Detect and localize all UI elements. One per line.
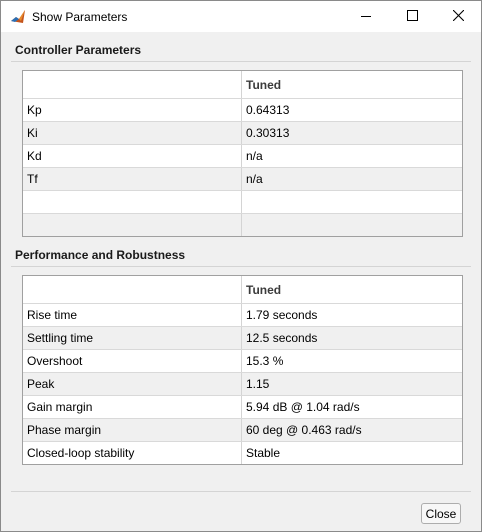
table-row[interactable]: Settling time 12.5 seconds xyxy=(23,327,462,350)
row-label: Settling time xyxy=(23,327,242,349)
row-value xyxy=(242,214,462,236)
row-value: 12.5 seconds xyxy=(246,331,318,345)
row-value: 0.30313 xyxy=(246,126,290,140)
row-label: Closed-loop stability xyxy=(23,442,242,464)
close-window-button[interactable] xyxy=(435,1,481,32)
show-parameters-window: Show Parameters Controller Parameters Tu… xyxy=(0,0,482,532)
row-value xyxy=(242,191,462,213)
row-label: Phase margin xyxy=(23,419,242,441)
table-row[interactable]: Ki 0.30313 xyxy=(23,122,462,145)
row-value: 15.3 % xyxy=(246,354,284,368)
column-header-name xyxy=(23,71,242,98)
row-value: 60 deg @ 0.463 rad/s xyxy=(246,423,362,437)
row-label: Peak xyxy=(23,373,242,395)
minimize-button[interactable] xyxy=(343,1,389,32)
table-header: Tuned xyxy=(23,71,462,99)
row-label: Kp xyxy=(23,99,242,121)
table-row[interactable] xyxy=(23,191,462,214)
close-button[interactable]: Close xyxy=(421,503,461,524)
controller-parameters-title: Controller Parameters xyxy=(15,43,142,57)
table-row[interactable]: Phase margin 60 deg @ 0.463 rad/s xyxy=(23,419,462,442)
section-divider xyxy=(11,61,471,62)
row-label xyxy=(23,214,242,236)
row-value: Stable xyxy=(246,446,281,460)
row-value: 0.64313 xyxy=(246,103,290,117)
row-value: n/a xyxy=(246,149,263,163)
row-label: Kd xyxy=(23,145,242,167)
title-bar[interactable]: Show Parameters xyxy=(1,1,481,32)
performance-robustness-table: Tuned Rise time 1.79 seconds Settling ti… xyxy=(22,275,463,465)
row-value: 5.94 dB @ 1.04 rad/s xyxy=(246,400,360,414)
table-row[interactable]: Overshoot 15.3 % xyxy=(23,350,462,373)
row-value: 1.79 seconds xyxy=(246,308,318,322)
table-row[interactable]: Closed-loop stability Stable xyxy=(23,442,462,464)
table-row[interactable]: Gain margin 5.94 dB @ 1.04 rad/s xyxy=(23,396,462,419)
table-row[interactable]: Kp 0.64313 xyxy=(23,99,462,122)
footer-divider xyxy=(11,491,471,492)
column-header-tuned: Tuned xyxy=(246,77,282,92)
minimize-icon xyxy=(361,10,371,24)
row-label: Rise time xyxy=(23,304,242,326)
column-header-name xyxy=(23,276,242,303)
row-value: n/a xyxy=(246,172,263,186)
table-header: Tuned xyxy=(23,276,462,304)
close-icon xyxy=(452,9,464,24)
controller-parameters-table: Tuned Kp 0.64313 Ki 0.30313 Kd n/a Tf n/… xyxy=(22,70,463,237)
table-row[interactable]: Peak 1.15 xyxy=(23,373,462,396)
table-row[interactable]: Kd n/a xyxy=(23,145,462,168)
row-label: Overshoot xyxy=(23,350,242,372)
performance-robustness-title: Performance and Robustness xyxy=(15,248,186,262)
maximize-icon xyxy=(406,9,418,24)
row-label xyxy=(23,191,242,213)
column-header-tuned: Tuned xyxy=(246,282,282,297)
maximize-button[interactable] xyxy=(389,1,435,32)
table-row[interactable]: Tf n/a xyxy=(23,168,462,191)
row-label: Tf xyxy=(23,168,242,190)
row-label: Gain margin xyxy=(23,396,242,418)
row-label: Ki xyxy=(23,122,242,144)
section-divider xyxy=(11,266,471,267)
table-row[interactable] xyxy=(23,214,462,236)
row-value: 1.15 xyxy=(246,377,270,391)
table-row[interactable]: Rise time 1.79 seconds xyxy=(23,304,462,327)
window-title: Show Parameters xyxy=(32,10,128,24)
matlab-icon xyxy=(10,9,26,25)
